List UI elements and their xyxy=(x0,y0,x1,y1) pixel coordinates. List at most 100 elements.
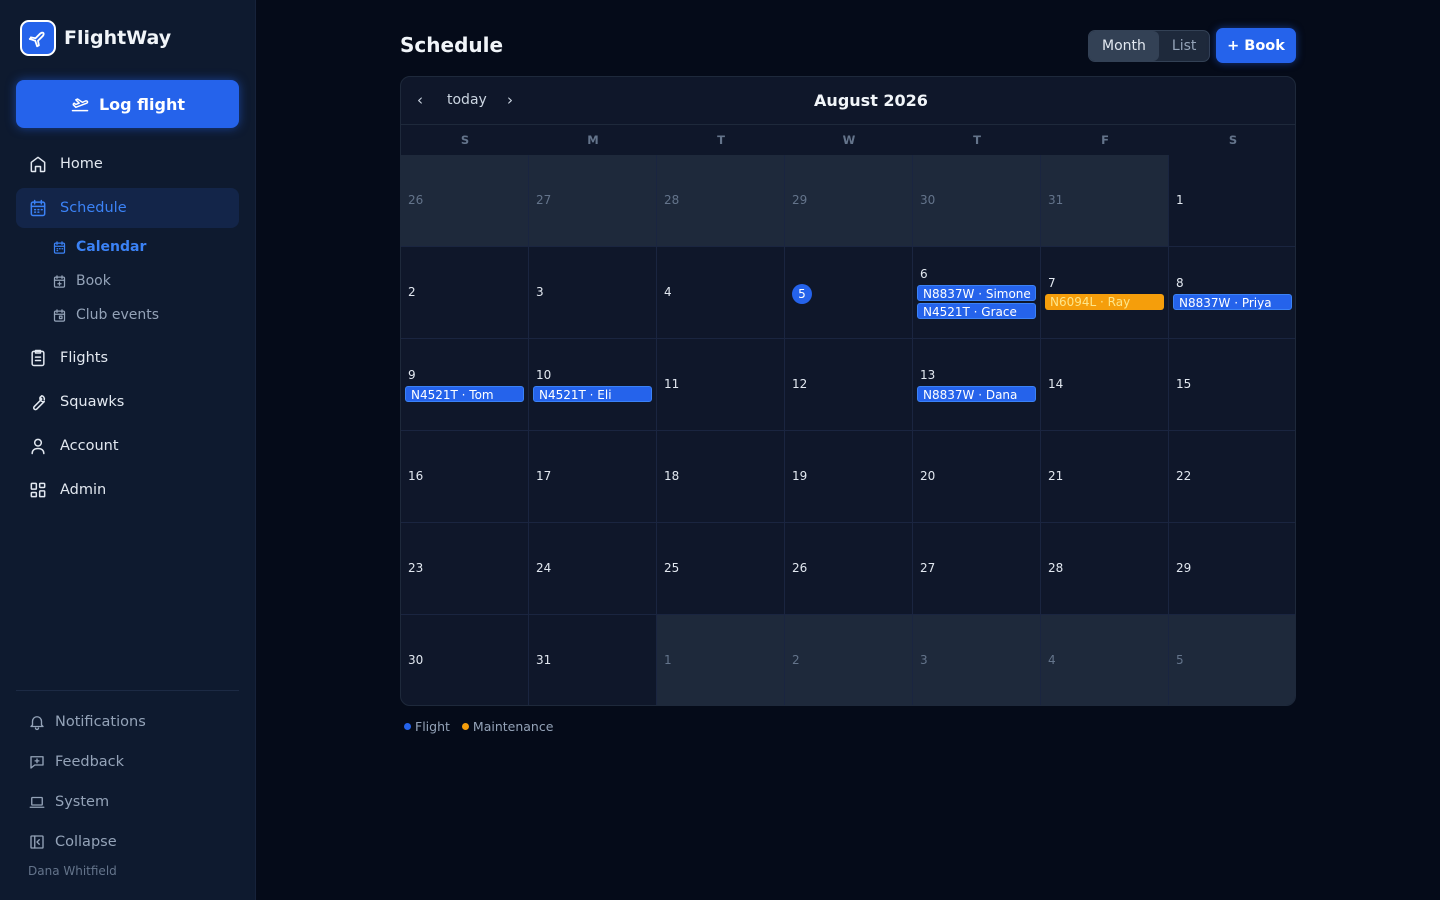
sidebar: FlightWay Log flight Home Schedule Calen… xyxy=(0,0,256,900)
day-cell[interactable]: 4 xyxy=(657,247,785,339)
schedule-subnav: Calendar Book Club events xyxy=(16,230,239,332)
day-number: 6 xyxy=(920,267,928,281)
sidebar-item-notifications[interactable]: Notifications xyxy=(16,702,239,742)
calendar-plus-icon xyxy=(52,274,67,289)
day-number: 27 xyxy=(536,193,552,207)
sidebar-subitem-club-events[interactable]: Club events xyxy=(16,298,239,332)
day-cell[interactable]: 5 xyxy=(1169,615,1295,705)
calendar-week: 2 3 4 5 6 N8837W · Simone N4521T · Grace 7 N6094… xyxy=(401,247,1295,339)
sidebar-item-label: Schedule xyxy=(60,200,127,216)
brand[interactable]: FlightWay xyxy=(20,20,171,56)
day-number: 31 xyxy=(536,653,552,667)
day-cell[interactable]: 28 xyxy=(1041,523,1169,615)
log-flight-button[interactable]: Log flight xyxy=(16,80,239,128)
month-view-button[interactable]: Month xyxy=(1089,31,1159,61)
day-cell[interactable]: 25 xyxy=(657,523,785,615)
day-number: 4 xyxy=(1048,653,1056,667)
sidebar-item-admin[interactable]: Admin xyxy=(16,470,239,510)
day-cell[interactable]: 24 xyxy=(529,523,657,615)
day-cell[interactable]: 31 xyxy=(1041,155,1169,247)
legend-item: Maintenance xyxy=(461,719,553,734)
flight-event[interactable]: N8837W · Simone xyxy=(917,285,1036,301)
sidebar-item-label: Notifications xyxy=(55,714,146,730)
day-number: 19 xyxy=(792,469,808,483)
book-button[interactable]: + Book xyxy=(1216,28,1296,63)
flight-event[interactable]: N4521T · Eli xyxy=(533,386,652,402)
flight-event[interactable]: N8837W · Dana xyxy=(917,386,1036,402)
sidebar-item-home[interactable]: Home xyxy=(16,144,239,184)
day-number: 25 xyxy=(664,561,680,575)
day-cell[interactable]: 13 N8837W · Dana xyxy=(913,339,1041,431)
day-cell[interactable]: 2 xyxy=(401,247,529,339)
day-number: 26 xyxy=(792,561,808,575)
day-cell[interactable]: 20 xyxy=(913,431,1041,523)
sidebar-item-collapse[interactable]: Collapse xyxy=(16,822,239,862)
laptop-icon xyxy=(28,793,46,811)
day-cell[interactable]: 19 xyxy=(785,431,913,523)
calendar-grid: 26 27 28 29 30 31 1 2 3 4 5 6 N8837W · Simone N4521T … xyxy=(401,155,1295,705)
sidebar-item-squawks[interactable]: Squawks xyxy=(16,382,239,422)
day-cell[interactable]: 11 xyxy=(657,339,785,431)
home-icon xyxy=(28,154,48,174)
day-cell[interactable]: 28 xyxy=(657,155,785,247)
day-cell[interactable]: 10 N4521T · Eli xyxy=(529,339,657,431)
flight-event[interactable]: N4521T · Tom xyxy=(405,386,524,402)
day-cell[interactable]: 8 N8837W · Priya xyxy=(1169,247,1295,339)
day-number: 29 xyxy=(792,193,808,207)
day-cell[interactable]: 26 xyxy=(785,523,913,615)
day-cell[interactable]: 17 xyxy=(529,431,657,523)
flight-event[interactable]: N4521T · Grace xyxy=(917,303,1036,319)
sidebar-subitem-calendar[interactable]: Calendar xyxy=(16,230,239,264)
day-number: 15 xyxy=(1176,377,1192,391)
day-cell[interactable]: 27 xyxy=(913,523,1041,615)
grid-icon xyxy=(28,480,48,500)
day-cell[interactable]: 29 xyxy=(1169,523,1295,615)
day-cell[interactable]: 7 N6094L · Ray xyxy=(1041,247,1169,339)
day-number: 17 xyxy=(536,469,552,483)
day-number: 18 xyxy=(664,469,680,483)
day-cell[interactable]: 12 xyxy=(785,339,913,431)
day-cell[interactable]: 14 xyxy=(1041,339,1169,431)
weekday-label: T xyxy=(973,133,981,147)
day-cell[interactable]: 26 xyxy=(401,155,529,247)
day-cell[interactable]: 6 N8837W · Simone N4521T · Grace xyxy=(913,247,1041,339)
sidebar-item-schedule[interactable]: Schedule xyxy=(16,188,239,228)
day-cell[interactable]: 29 xyxy=(785,155,913,247)
day-cell[interactable]: 3 xyxy=(913,615,1041,705)
day-cell[interactable]: 5 xyxy=(785,247,913,339)
day-cell[interactable]: 4 xyxy=(1041,615,1169,705)
legend-label: Flight xyxy=(415,719,450,734)
day-number: 13 xyxy=(920,368,936,382)
day-cell[interactable]: 16 xyxy=(401,431,529,523)
day-cell[interactable]: 23 xyxy=(401,523,529,615)
sidebar-item-system[interactable]: System xyxy=(16,782,239,822)
day-cell[interactable]: 9 N4521T · Tom xyxy=(401,339,529,431)
day-number: 21 xyxy=(1048,469,1064,483)
sidebar-item-flights[interactable]: Flights xyxy=(16,338,239,378)
calendar-toolbar: ‹ today › August 2026 xyxy=(401,77,1295,125)
day-cell[interactable]: 2 xyxy=(785,615,913,705)
day-number: 11 xyxy=(664,377,680,391)
day-cell[interactable]: 21 xyxy=(1041,431,1169,523)
sidebar-item-label: Account xyxy=(60,438,119,454)
weekday-label: W xyxy=(842,133,856,147)
day-cell[interactable]: 22 xyxy=(1169,431,1295,523)
flight-event[interactable]: N8837W · Priya xyxy=(1173,294,1292,310)
day-cell[interactable]: 1 xyxy=(657,615,785,705)
secondary-nav: Notifications Feedback System Collapse xyxy=(16,702,239,862)
day-cell[interactable]: 30 xyxy=(913,155,1041,247)
weekday-label: F xyxy=(1101,133,1109,147)
day-cell[interactable]: 27 xyxy=(529,155,657,247)
sidebar-item-account[interactable]: Account xyxy=(16,426,239,466)
day-cell[interactable]: 18 xyxy=(657,431,785,523)
day-cell[interactable]: 3 xyxy=(529,247,657,339)
day-cell[interactable]: 31 xyxy=(529,615,657,705)
sidebar-item-feedback[interactable]: Feedback xyxy=(16,742,239,782)
day-number: 28 xyxy=(1048,561,1064,575)
day-cell[interactable]: 15 xyxy=(1169,339,1295,431)
day-cell[interactable]: 30 xyxy=(401,615,529,705)
day-cell[interactable]: 1 xyxy=(1169,155,1295,247)
list-view-button[interactable]: List xyxy=(1159,31,1209,61)
maintenance-event[interactable]: N6094L · Ray xyxy=(1045,294,1164,310)
sidebar-subitem-book[interactable]: Book xyxy=(16,264,239,298)
